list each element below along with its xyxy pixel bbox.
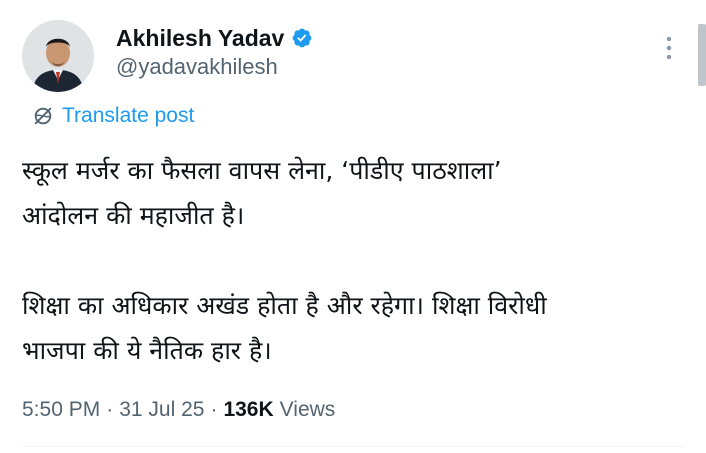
post-text-line: स्कूल मर्जर का फैसला वापस लेना, ‘पीडीए प… bbox=[22, 156, 502, 185]
post-text-line: शिक्षा का अधिकार अखंड होता है और रहेगा। … bbox=[22, 291, 547, 320]
post-text-line: आंदोलन की महाजीत है। bbox=[22, 201, 245, 230]
post-date[interactable]: 31 Jul 25 bbox=[119, 398, 204, 422]
meta-separator: · bbox=[106, 398, 114, 421]
profile-photo-icon bbox=[22, 20, 94, 92]
more-vertical-icon bbox=[666, 36, 672, 60]
globe-icon bbox=[32, 105, 54, 127]
verified-badge-icon[interactable] bbox=[291, 27, 313, 49]
views-count[interactable]: 136K bbox=[223, 398, 273, 422]
views-label: Views bbox=[279, 398, 336, 421]
author-display-name[interactable]: Akhilesh Yadav bbox=[116, 25, 284, 52]
post-time[interactable]: 5:50 PM bbox=[22, 398, 100, 422]
author-avatar[interactable] bbox=[22, 20, 94, 92]
post-text: स्कूल मर्जर का फैसला वापस लेना, ‘पीडीए प… bbox=[22, 148, 694, 373]
divider bbox=[22, 446, 684, 447]
meta-separator: · bbox=[210, 398, 218, 421]
translate-post-label: Translate post bbox=[62, 104, 195, 127]
scrollbar-thumb[interactable] bbox=[698, 24, 706, 86]
translate-post-link[interactable]: Translate post bbox=[32, 101, 194, 131]
post-card: Akhilesh Yadav @yadavakhilesh Translate … bbox=[0, 0, 706, 453]
author-name-row: Akhilesh Yadav bbox=[116, 22, 313, 54]
post-text-line: भाजपा की ये नैतिक हार है। bbox=[22, 336, 272, 365]
more-options-button[interactable] bbox=[654, 33, 684, 63]
author-handle[interactable]: @yadavakhilesh bbox=[116, 54, 278, 80]
post-meta: 5:50 PM · 31 Jul 25 · 136K Views bbox=[22, 394, 335, 426]
